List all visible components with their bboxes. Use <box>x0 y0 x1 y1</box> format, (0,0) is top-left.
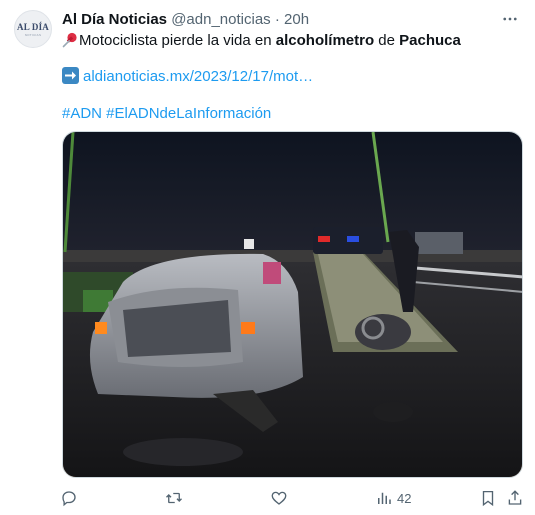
separator-dot: · <box>274 11 280 28</box>
author-name[interactable]: Al Día Noticias <box>62 11 167 28</box>
action-bar: 42 <box>0 486 535 512</box>
arrow-right-icon <box>62 67 79 84</box>
share-icon <box>508 490 522 505</box>
timestamp[interactable]: 20h <box>284 11 309 28</box>
like-icon <box>271 491 287 505</box>
bookmark-icon <box>482 490 494 507</box>
views-count: 42 <box>397 490 412 506</box>
like-button[interactable] <box>270 486 288 510</box>
avatar-logo-subtext: NOTICIAS <box>24 32 42 37</box>
tweet-link-line: aldianoticias.mx/2023/12/17/mot… <box>62 67 313 86</box>
hashtags[interactable]: #ADN #ElADNdeLaInformación <box>62 105 271 122</box>
reply-button[interactable] <box>60 486 78 510</box>
tweet-text-bold2: Pachuca <box>399 32 461 49</box>
more-button[interactable] <box>499 8 521 30</box>
tweet[interactable]: AL DÍA NOTICIAS Al Día Noticias @adn_not… <box>0 0 535 515</box>
author-handle[interactable]: @adn_noticias <box>171 11 270 28</box>
share-button[interactable] <box>506 486 524 510</box>
views-button[interactable]: 42 <box>375 486 411 510</box>
tweet-text-part2: de <box>374 32 400 49</box>
more-icon <box>503 17 517 21</box>
pushpin-icon <box>62 32 77 48</box>
tweet-text: Motociclista pierde la vida en alcoholím… <box>62 31 461 50</box>
tweet-link[interactable]: aldianoticias.mx/2023/12/17/mot… <box>83 68 313 85</box>
retweet-button[interactable] <box>165 486 183 510</box>
bookmark-button[interactable] <box>479 486 497 510</box>
accident-scene-photo <box>63 132 522 477</box>
tweet-text-bold1: alcoholímetro <box>275 32 375 49</box>
views-icon <box>378 492 391 504</box>
tweet-photo[interactable] <box>62 131 523 478</box>
reply-icon <box>62 491 76 507</box>
retweet-icon <box>166 492 182 504</box>
tweet-text-part1: Motociclista pierde la vida en <box>79 32 276 49</box>
tweet-header: Al Día Noticias @adn_noticias · 20h <box>62 11 309 29</box>
tweet-hashtags: #ADN #ElADNdeLaInformación <box>62 104 271 123</box>
avatar[interactable]: AL DÍA NOTICIAS <box>14 10 52 48</box>
avatar-logo-text: AL DÍA <box>17 21 49 32</box>
